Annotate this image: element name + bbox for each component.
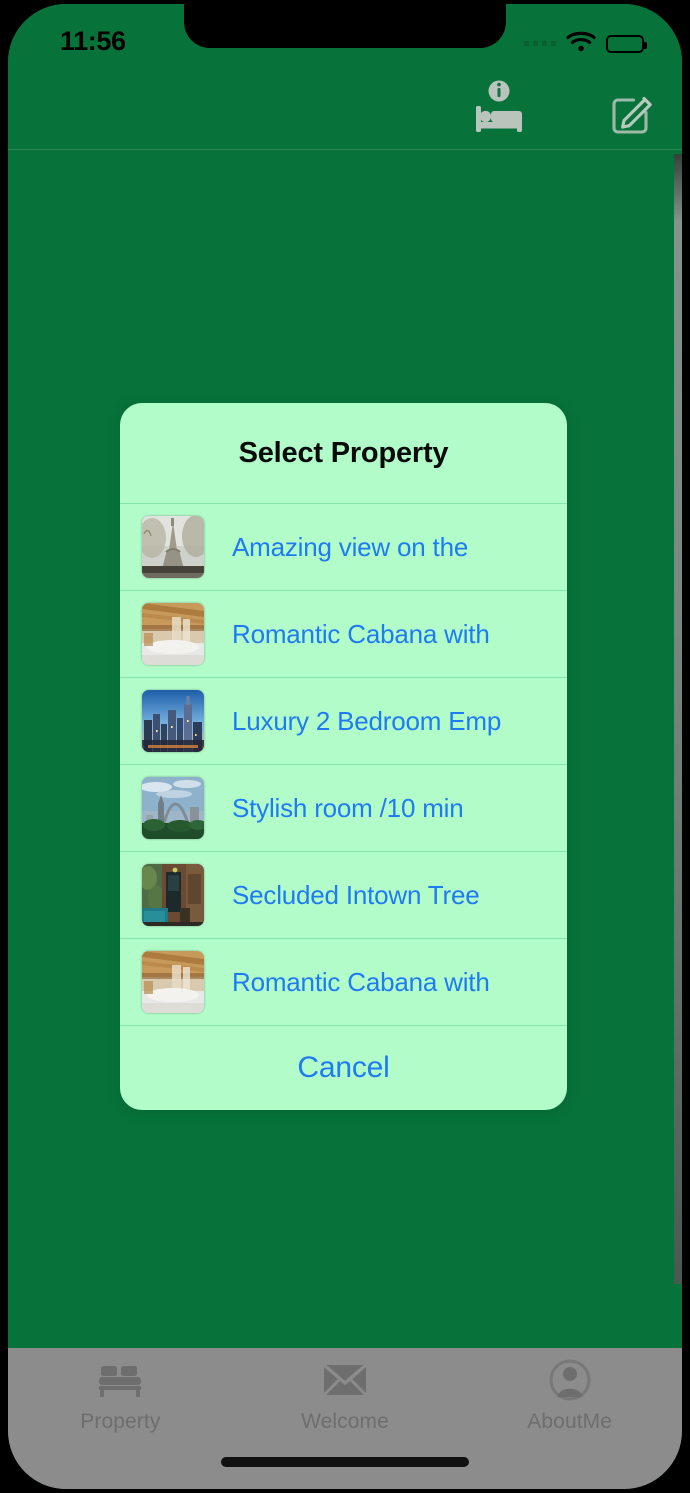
property-option-label: Amazing view on the [232,531,469,562]
tab-welcome[interactable]: Welcome [233,1356,458,1434]
cancel-button[interactable]: Cancel [120,1026,567,1110]
status-bar-indicators [524,30,647,57]
compose-button[interactable] [604,86,660,142]
signal-dots-icon [524,41,556,46]
property-option-row[interactable]: Secluded Intown Tree [120,852,567,938]
tab-label: Property [80,1410,161,1433]
wooden-cabana-bedroom-thumbnail [142,603,204,665]
wooden-cabana-bedroom-thumbnail [142,951,204,1013]
tab-label: Welcome [301,1410,389,1433]
bed-info-button[interactable] [466,80,532,142]
eiffel-tower-thumbnail [142,516,204,578]
screen-right-edge-strip [674,154,682,1284]
status-bar-time: 11:56 [60,26,126,56]
property-option-label: Romantic Cabana with [232,618,490,649]
property-option-label: Romantic Cabana with [232,966,490,997]
select-property-dialog: Select Property Amazing view on the Roma… [120,403,567,1110]
person-circle-icon [547,1356,593,1404]
cancel-button-label: Cancel [297,1051,390,1084]
property-option-row[interactable]: Romantic Cabana with [120,591,567,677]
city-skyline-thumbnail [142,690,204,752]
property-option-row[interactable]: Romantic Cabana with [120,939,567,1025]
nav-bar-divider [8,149,682,150]
bed-info-icon [469,80,529,143]
property-option-label: Stylish room /10 min [232,792,464,823]
dialog-title-area: Select Property [120,403,567,503]
battery-full-icon [606,34,647,53]
compose-square-pencil-icon [606,86,658,143]
bottom-tab-bar: Property Welcome AboutMe [8,1348,682,1489]
property-option-label: Secluded Intown Tree [232,879,480,910]
tab-aboutme[interactable]: AboutMe [457,1356,682,1434]
wifi-icon [566,30,596,57]
property-option-row[interactable]: Luxury 2 Bedroom Emp [120,678,567,764]
device-notch [184,4,506,48]
phone-screen: Select Property Amazing view on the Roma… [8,4,682,1489]
tab-label: AboutMe [527,1410,613,1433]
dialog-title: Select Property [238,436,449,469]
home-indicator[interactable] [221,1457,469,1467]
property-option-row[interactable]: Stylish room /10 min [120,765,567,851]
gateway-arch-thumbnail [142,777,204,839]
phone-frame: Select Property Amazing view on the Roma… [0,0,690,1493]
treehouse-porch-thumbnail [142,864,204,926]
tab-property[interactable]: Property [8,1356,233,1434]
property-option-label: Luxury 2 Bedroom Emp [232,705,502,736]
envelope-icon [321,1356,369,1404]
bed-icon [95,1356,145,1404]
property-option-row[interactable]: Amazing view on the [120,504,567,590]
